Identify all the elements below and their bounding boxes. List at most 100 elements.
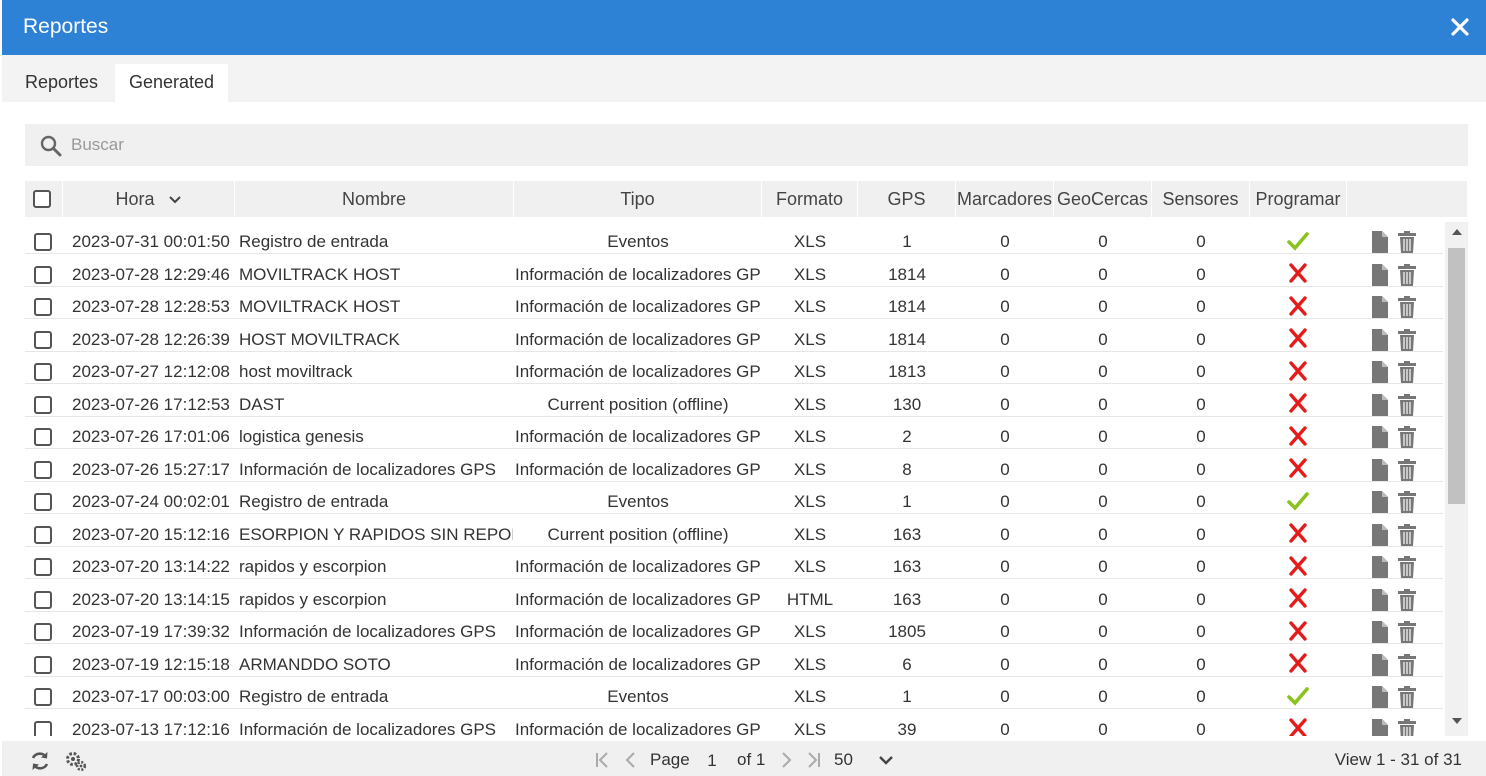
page-size-select[interactable]: 50 xyxy=(834,741,853,776)
scrollbar-thumb[interactable] xyxy=(1448,248,1465,504)
file-icon[interactable] xyxy=(1372,653,1388,676)
chevron-down-icon[interactable] xyxy=(877,751,895,769)
row-checkbox[interactable] xyxy=(34,558,52,576)
table-row[interactable]: 2023-07-13 17:12:16 Información de locali… xyxy=(25,710,1443,737)
table-row[interactable]: 2023-07-26 15:27:17 Información de locali… xyxy=(25,450,1443,482)
table-row[interactable]: 2023-07-26 17:12:53 DAST Current position … xyxy=(25,385,1443,417)
scroll-up-icon[interactable] xyxy=(1452,229,1462,235)
column-header-tipo[interactable]: Tipo xyxy=(514,181,762,217)
table-row[interactable]: 2023-07-28 12:29:46 MOVILTRACK HOST Inform… xyxy=(25,255,1443,287)
trash-icon[interactable] xyxy=(1398,621,1416,643)
file-icon[interactable] xyxy=(1372,231,1388,253)
file-icon[interactable] xyxy=(1372,458,1388,481)
row-checkbox[interactable] xyxy=(34,395,52,414)
table-row[interactable]: 2023-07-20 13:14:15 rapidos y escorpion In… xyxy=(25,580,1443,612)
row-checkbox[interactable] xyxy=(34,590,52,609)
select-all-checkbox[interactable] xyxy=(33,190,51,208)
trash-icon[interactable] xyxy=(1398,263,1416,286)
row-checkbox[interactable] xyxy=(34,298,52,316)
row-checkbox[interactable] xyxy=(34,525,52,544)
scroll-down-icon[interactable] xyxy=(1452,718,1462,724)
file-icon[interactable] xyxy=(1372,556,1388,578)
column-header-hora[interactable]: Hora xyxy=(63,181,235,217)
file-icon[interactable] xyxy=(1372,296,1388,318)
dialog-titlebar[interactable]: Reportes xyxy=(2,0,1486,55)
file-icon[interactable] xyxy=(1372,718,1388,737)
trash-icon[interactable] xyxy=(1398,523,1416,546)
file-icon[interactable] xyxy=(1372,588,1388,611)
file-icon[interactable] xyxy=(1372,263,1388,286)
row-checkbox[interactable] xyxy=(34,720,52,736)
table-row[interactable]: 2023-07-27 12:12:08 host moviltrack Inform… xyxy=(25,352,1443,384)
tab-generated[interactable]: Generated xyxy=(115,64,229,102)
row-checkbox[interactable] xyxy=(34,233,52,251)
table-row[interactable]: 2023-07-24 00:02:01 Registro de entrada Ev… xyxy=(25,482,1443,514)
table-row[interactable]: 2023-07-31 00:01:50 Registro de entrada Ev… xyxy=(25,222,1443,254)
column-header-formato[interactable]: Formato xyxy=(762,181,858,217)
trash-icon[interactable] xyxy=(1398,588,1416,611)
vertical-scrollbar[interactable] xyxy=(1445,222,1468,736)
next-page-icon[interactable] xyxy=(777,751,795,769)
row-checkbox[interactable] xyxy=(34,363,52,381)
trash-icon[interactable] xyxy=(1398,296,1416,318)
trash-icon[interactable] xyxy=(1398,361,1416,383)
table-row[interactable]: 2023-07-28 12:26:39 HOST MOVILTRACK Inform… xyxy=(25,320,1443,352)
chevron-down-icon xyxy=(168,196,181,204)
column-header-nombre[interactable]: Nombre xyxy=(235,181,514,217)
row-checkbox[interactable] xyxy=(34,623,52,641)
refresh-icon[interactable] xyxy=(28,749,52,773)
cell-marcadores: 0 xyxy=(1000,329,1010,349)
cell-programar xyxy=(1251,547,1345,579)
trash-icon[interactable] xyxy=(1398,718,1416,737)
file-icon[interactable] xyxy=(1372,621,1388,643)
row-checkbox[interactable] xyxy=(34,493,52,511)
trash-icon[interactable] xyxy=(1398,393,1416,416)
column-header-gps[interactable]: GPS xyxy=(858,181,956,217)
trash-icon[interactable] xyxy=(1398,328,1416,351)
column-header-programar[interactable]: Programar xyxy=(1250,181,1347,217)
file-icon[interactable] xyxy=(1372,328,1388,351)
table-row[interactable]: 2023-07-26 17:01:06 logistica genesis Info… xyxy=(25,417,1443,449)
file-icon[interactable] xyxy=(1372,686,1388,708)
row-checkbox[interactable] xyxy=(34,265,52,284)
cell-actions xyxy=(1347,450,1443,482)
table-row[interactable]: 2023-07-19 17:39:32 Información de locali… xyxy=(25,612,1443,644)
trash-icon[interactable] xyxy=(1398,458,1416,481)
search-input[interactable] xyxy=(71,124,1451,166)
trash-icon[interactable] xyxy=(1398,686,1416,708)
table-row[interactable]: 2023-07-28 12:28:53 MOVILTRACK HOST Inform… xyxy=(25,287,1443,319)
file-icon[interactable] xyxy=(1372,361,1388,383)
page-number-input[interactable] xyxy=(697,750,727,772)
cell-formato: XLS xyxy=(793,719,827,737)
row-checkbox[interactable] xyxy=(34,460,52,479)
table-row[interactable]: 2023-07-19 12:15:18 ARMANDDO SOTO Informac… xyxy=(25,645,1443,677)
first-page-icon[interactable] xyxy=(594,751,612,769)
file-icon[interactable] xyxy=(1372,426,1388,448)
column-header-geocercas[interactable]: GeoCercas xyxy=(1054,181,1152,217)
trash-icon[interactable] xyxy=(1398,426,1416,448)
row-checkbox[interactable] xyxy=(34,655,52,674)
trash-icon[interactable] xyxy=(1398,491,1416,513)
row-checkbox[interactable] xyxy=(34,330,52,349)
column-header-marcadores[interactable]: Marcadores xyxy=(956,181,1054,217)
table-row[interactable]: 2023-07-17 00:03:00 Registro de entrada Ev… xyxy=(25,677,1443,709)
trash-icon[interactable] xyxy=(1398,556,1416,578)
table-row[interactable]: 2023-07-20 13:14:22 rapidos y escorpion In… xyxy=(25,547,1443,579)
trash-icon[interactable] xyxy=(1398,653,1416,676)
trash-icon[interactable] xyxy=(1398,231,1416,253)
cell-gps: 163 xyxy=(892,524,922,544)
close-icon[interactable] xyxy=(1448,15,1472,39)
cell-hora: 2023-07-20 13:14:22 xyxy=(72,557,230,576)
last-page-icon[interactable] xyxy=(804,751,822,769)
file-icon[interactable] xyxy=(1372,393,1388,416)
file-icon[interactable] xyxy=(1372,523,1388,546)
row-checkbox[interactable] xyxy=(34,428,52,446)
previous-page-icon[interactable] xyxy=(622,751,640,769)
cell-actions xyxy=(1347,547,1443,579)
row-checkbox[interactable] xyxy=(34,688,52,706)
column-header-sensores[interactable]: Sensores xyxy=(1152,181,1250,217)
tab-reportes[interactable]: Reportes xyxy=(11,64,112,102)
file-icon[interactable] xyxy=(1372,491,1388,513)
gear-icon[interactable] xyxy=(64,749,88,773)
table-row[interactable]: 2023-07-20 15:12:16 ESORPION Y RAPIDOS SI… xyxy=(25,515,1443,547)
